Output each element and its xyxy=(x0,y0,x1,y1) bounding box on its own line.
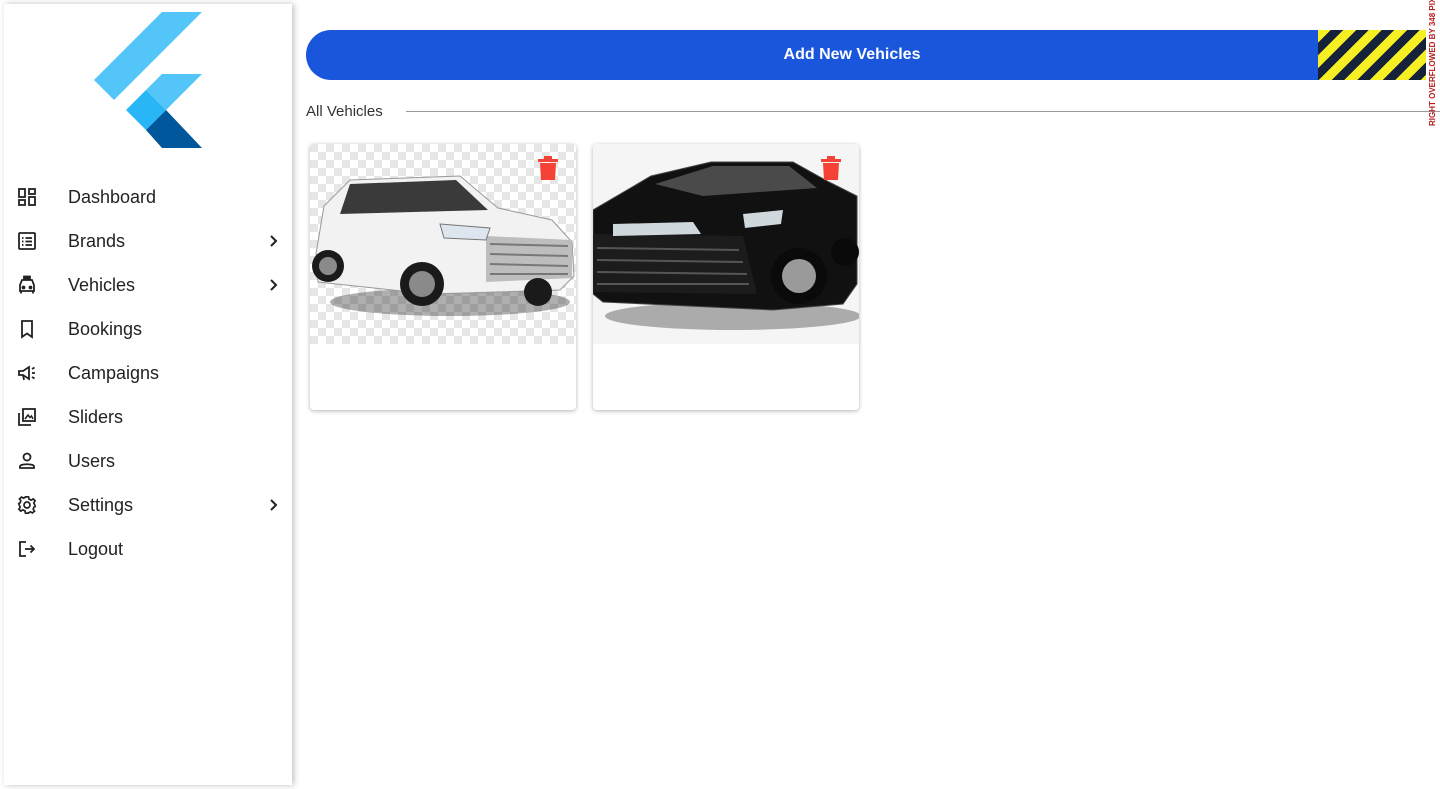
sidebar-nav: Dashboard Brands Vehicles Bookings Campa… xyxy=(4,175,292,571)
chevron-right-icon xyxy=(270,499,278,511)
chevron-right-icon xyxy=(270,279,278,291)
trash-icon[interactable] xyxy=(821,156,841,180)
person-icon xyxy=(16,450,38,472)
divider xyxy=(406,111,1440,112)
campaign-icon xyxy=(16,362,38,384)
sidebar-item-label: Brands xyxy=(68,231,126,251)
vehicle-image-black-sedan xyxy=(593,144,859,344)
sidebar-item-label: Sliders xyxy=(68,407,124,427)
section-header: All Vehicles xyxy=(306,102,1440,122)
chevron-right-icon xyxy=(270,235,278,247)
add-new-vehicles-button[interactable]: Add New Vehicles xyxy=(306,30,1426,80)
sidebar-item-label: Bookings xyxy=(68,319,143,339)
sidebar-item-label: Campaigns xyxy=(68,363,160,383)
sidebar-item-brands[interactable]: Brands xyxy=(4,219,292,263)
sidebar-item-label: Settings xyxy=(68,495,134,515)
overflow-warning-stripes xyxy=(1318,30,1426,80)
sidebar-item-bookings[interactable]: Bookings xyxy=(4,307,292,351)
add-new-vehicles-label: Add New Vehicles xyxy=(783,46,921,63)
bookmark-icon xyxy=(16,318,38,340)
sidebar-item-label: Dashboard xyxy=(68,187,157,207)
sidebar-item-label: Logout xyxy=(68,539,124,559)
list-icon xyxy=(16,230,38,252)
sidebar-item-label: Vehicles xyxy=(68,275,136,295)
sidebar-item-settings[interactable]: Settings xyxy=(4,483,292,527)
gear-icon xyxy=(16,494,38,516)
logout-icon xyxy=(16,538,38,560)
overflow-warning-label: RIGHT OVERFLOWED BY 348 PIX xyxy=(1428,0,1437,126)
section-title: All Vehicles xyxy=(306,103,383,120)
trash-icon[interactable] xyxy=(538,156,558,180)
sidebar-item-logout[interactable]: Logout xyxy=(4,527,292,571)
vehicle-card[interactable] xyxy=(310,144,576,410)
sidebar-item-label: Users xyxy=(68,451,116,471)
taxi-icon xyxy=(16,274,38,296)
vehicle-image-white-suv xyxy=(310,144,576,344)
dashboard-icon xyxy=(16,186,38,208)
sidebar: Dashboard Brands Vehicles Bookings Campa… xyxy=(4,4,292,785)
sidebar-item-sliders[interactable]: Sliders xyxy=(4,395,292,439)
flutter-logo xyxy=(94,12,202,148)
sidebar-item-vehicles[interactable]: Vehicles xyxy=(4,263,292,307)
vehicle-card[interactable] xyxy=(593,144,859,410)
overflow-warning-text: RIGHT OVERFLOWED BY 348 PIX xyxy=(1428,0,1437,126)
sidebar-item-campaigns[interactable]: Campaigns xyxy=(4,351,292,395)
sidebar-item-users[interactable]: Users xyxy=(4,439,292,483)
sidebar-item-dashboard[interactable]: Dashboard xyxy=(4,175,292,219)
photo-library-icon xyxy=(16,406,38,428)
